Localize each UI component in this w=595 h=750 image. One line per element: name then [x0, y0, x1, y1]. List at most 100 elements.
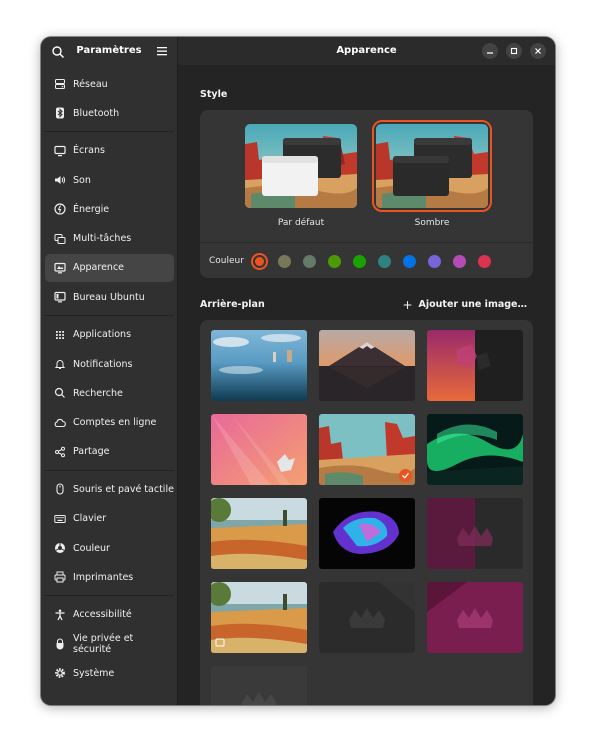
- sidebar-item-label: Écrans: [73, 145, 105, 157]
- sidebar-separator: [45, 315, 174, 317]
- accent-swatch[interactable]: [327, 254, 341, 268]
- minimize-button[interactable]: [482, 43, 498, 59]
- wallpaper-item[interactable]: [319, 330, 415, 401]
- theme-preview-image: [245, 124, 357, 208]
- theme-dark-label: Sombre: [414, 218, 450, 228]
- sidebar-item-notifications[interactable]: Notifications: [45, 350, 174, 378]
- sidebar-item-label: Comptes en ligne: [73, 417, 157, 429]
- gear-icon: [55, 668, 65, 679]
- bell-icon: [54, 360, 66, 370]
- add-image-label: Ajouter une image…: [418, 299, 527, 310]
- sidebar-item-multi-taches[interactable]: Multi-tâches: [45, 225, 174, 253]
- wallpaper-item[interactable]: [211, 498, 307, 569]
- sidebar-item-label: Réseau: [73, 78, 108, 90]
- sidebar-item-imprimantes[interactable]: Imprimantes: [45, 563, 174, 591]
- accent-swatch[interactable]: [277, 254, 291, 268]
- sidebar-item-vie-privee[interactable]: Vie privée et sécurité: [45, 630, 174, 658]
- wallpaper-item[interactable]: [427, 414, 523, 485]
- sidebar-item-label: Système: [73, 667, 115, 679]
- accent-swatch[interactable]: [477, 254, 491, 268]
- background-heading: Arrière-plan: [200, 299, 265, 310]
- display-icon: [54, 145, 66, 156]
- theme-default[interactable]: Par défaut: [245, 124, 357, 228]
- sidebar-item-applications[interactable]: Applications: [45, 321, 174, 349]
- sidebar-item-apparence[interactable]: Apparence: [45, 253, 174, 282]
- accent-swatch[interactable]: [302, 254, 316, 268]
- sidebar-item-label: Bluetooth: [73, 107, 120, 119]
- sidebar-item-bluetooth[interactable]: Bluetooth: [45, 99, 174, 127]
- sidebar-item-partage[interactable]: Partage: [45, 438, 174, 466]
- theme-default-label: Par défaut: [277, 218, 325, 228]
- wallpaper-item[interactable]: [319, 498, 415, 569]
- maximize-button[interactable]: [506, 43, 522, 59]
- sidebar-item-couleur[interactable]: Couleur: [45, 534, 174, 562]
- sidebar-item-label: Apparence: [73, 262, 125, 274]
- sidebar-item-accessibilite[interactable]: Accessibilité: [45, 601, 174, 629]
- hamburger-menu-icon[interactable]: [156, 45, 168, 57]
- sidebar-item-label: Applications: [73, 329, 132, 341]
- wallpaper-item[interactable]: [211, 414, 307, 485]
- network-icon: [55, 79, 65, 89]
- sidebar-item-ecrans[interactable]: Écrans: [45, 137, 174, 165]
- accent-swatch[interactable]: [402, 254, 416, 268]
- sidebar-item-label: Imprimantes: [73, 571, 134, 583]
- sidebar-item-label: Multi-tâches: [73, 233, 132, 245]
- accent-swatch[interactable]: [352, 254, 366, 268]
- sidebar-item-son[interactable]: Son: [45, 166, 174, 194]
- style-divider: [200, 242, 533, 243]
- theme-dark-thumbnail[interactable]: [372, 120, 492, 212]
- accent-color-row: Couleur: [209, 251, 503, 271]
- close-icon: [535, 48, 541, 54]
- sidebar-item-clavier[interactable]: Clavier: [45, 505, 174, 533]
- add-image-button[interactable]: + Ajouter une image…: [402, 297, 527, 312]
- maximize-icon: [510, 47, 518, 55]
- sidebar-separator: [45, 595, 174, 597]
- wallpaper-item[interactable]: [427, 330, 523, 401]
- sidebar-item-label: Clavier: [73, 513, 107, 525]
- sidebar-item-bureau-ubuntu[interactable]: Bureau Ubuntu: [45, 283, 174, 311]
- keyboard-icon: [54, 514, 66, 523]
- main-panel: Apparence Style Par défaut Sombre Couleu…: [178, 37, 555, 705]
- sidebar-item-souris[interactable]: Souris et pavé tactile: [45, 475, 174, 503]
- sidebar-item-label: Notifications: [73, 358, 133, 370]
- multitasking-icon: [54, 233, 66, 244]
- wallpaper-item[interactable]: [427, 582, 523, 653]
- printer-icon: [54, 571, 66, 583]
- wallpaper-item[interactable]: [319, 582, 415, 653]
- accent-swatch[interactable]: [377, 254, 391, 268]
- style-card: Par défaut Sombre Couleur: [200, 110, 533, 278]
- sidebar-item-label: Souris et pavé tactile: [73, 483, 174, 495]
- settings-window: Paramètres Réseau Bluetooth Écrans Son É…: [41, 37, 555, 705]
- accent-swatch[interactable]: [452, 254, 466, 268]
- sidebar-item-label: Recherche: [73, 387, 123, 399]
- style-heading: Style: [200, 89, 228, 100]
- search-icon: [54, 388, 65, 399]
- wallpaper-item[interactable]: [427, 498, 523, 569]
- accent-color-label: Couleur: [209, 256, 244, 266]
- sidebar-item-reseau[interactable]: Réseau: [45, 70, 174, 98]
- wallpaper-grid: [200, 320, 533, 705]
- wallpaper-item[interactable]: [211, 330, 307, 401]
- plus-icon: +: [402, 297, 413, 312]
- sidebar-separator: [45, 469, 174, 471]
- header-bar: Apparence: [178, 37, 555, 65]
- check-icon: [402, 472, 409, 479]
- sidebar-header: Paramètres: [41, 37, 177, 65]
- sidebar-item-systeme[interactable]: Système: [45, 659, 174, 687]
- accent-swatch[interactable]: [250, 252, 268, 270]
- theme-dark[interactable]: Sombre: [372, 120, 492, 228]
- sidebar-item-recherche[interactable]: Recherche: [45, 379, 174, 407]
- power-icon: [54, 203, 66, 215]
- wallpaper-item[interactable]: [211, 666, 307, 705]
- accent-swatch[interactable]: [427, 254, 441, 268]
- sidebar: Paramètres Réseau Bluetooth Écrans Son É…: [41, 37, 178, 705]
- sidebar-item-energie[interactable]: Énergie: [45, 195, 174, 223]
- page-title: Apparence: [336, 45, 397, 56]
- theme-default-thumbnail[interactable]: [245, 124, 357, 208]
- sidebar-item-comptes-en-ligne[interactable]: Comptes en ligne: [45, 409, 174, 437]
- close-button[interactable]: [530, 43, 546, 59]
- theme-preview-image: [376, 124, 488, 208]
- wallpaper-item[interactable]: [319, 414, 415, 485]
- cloud-icon: [54, 418, 66, 427]
- wallpaper-item[interactable]: [211, 582, 307, 653]
